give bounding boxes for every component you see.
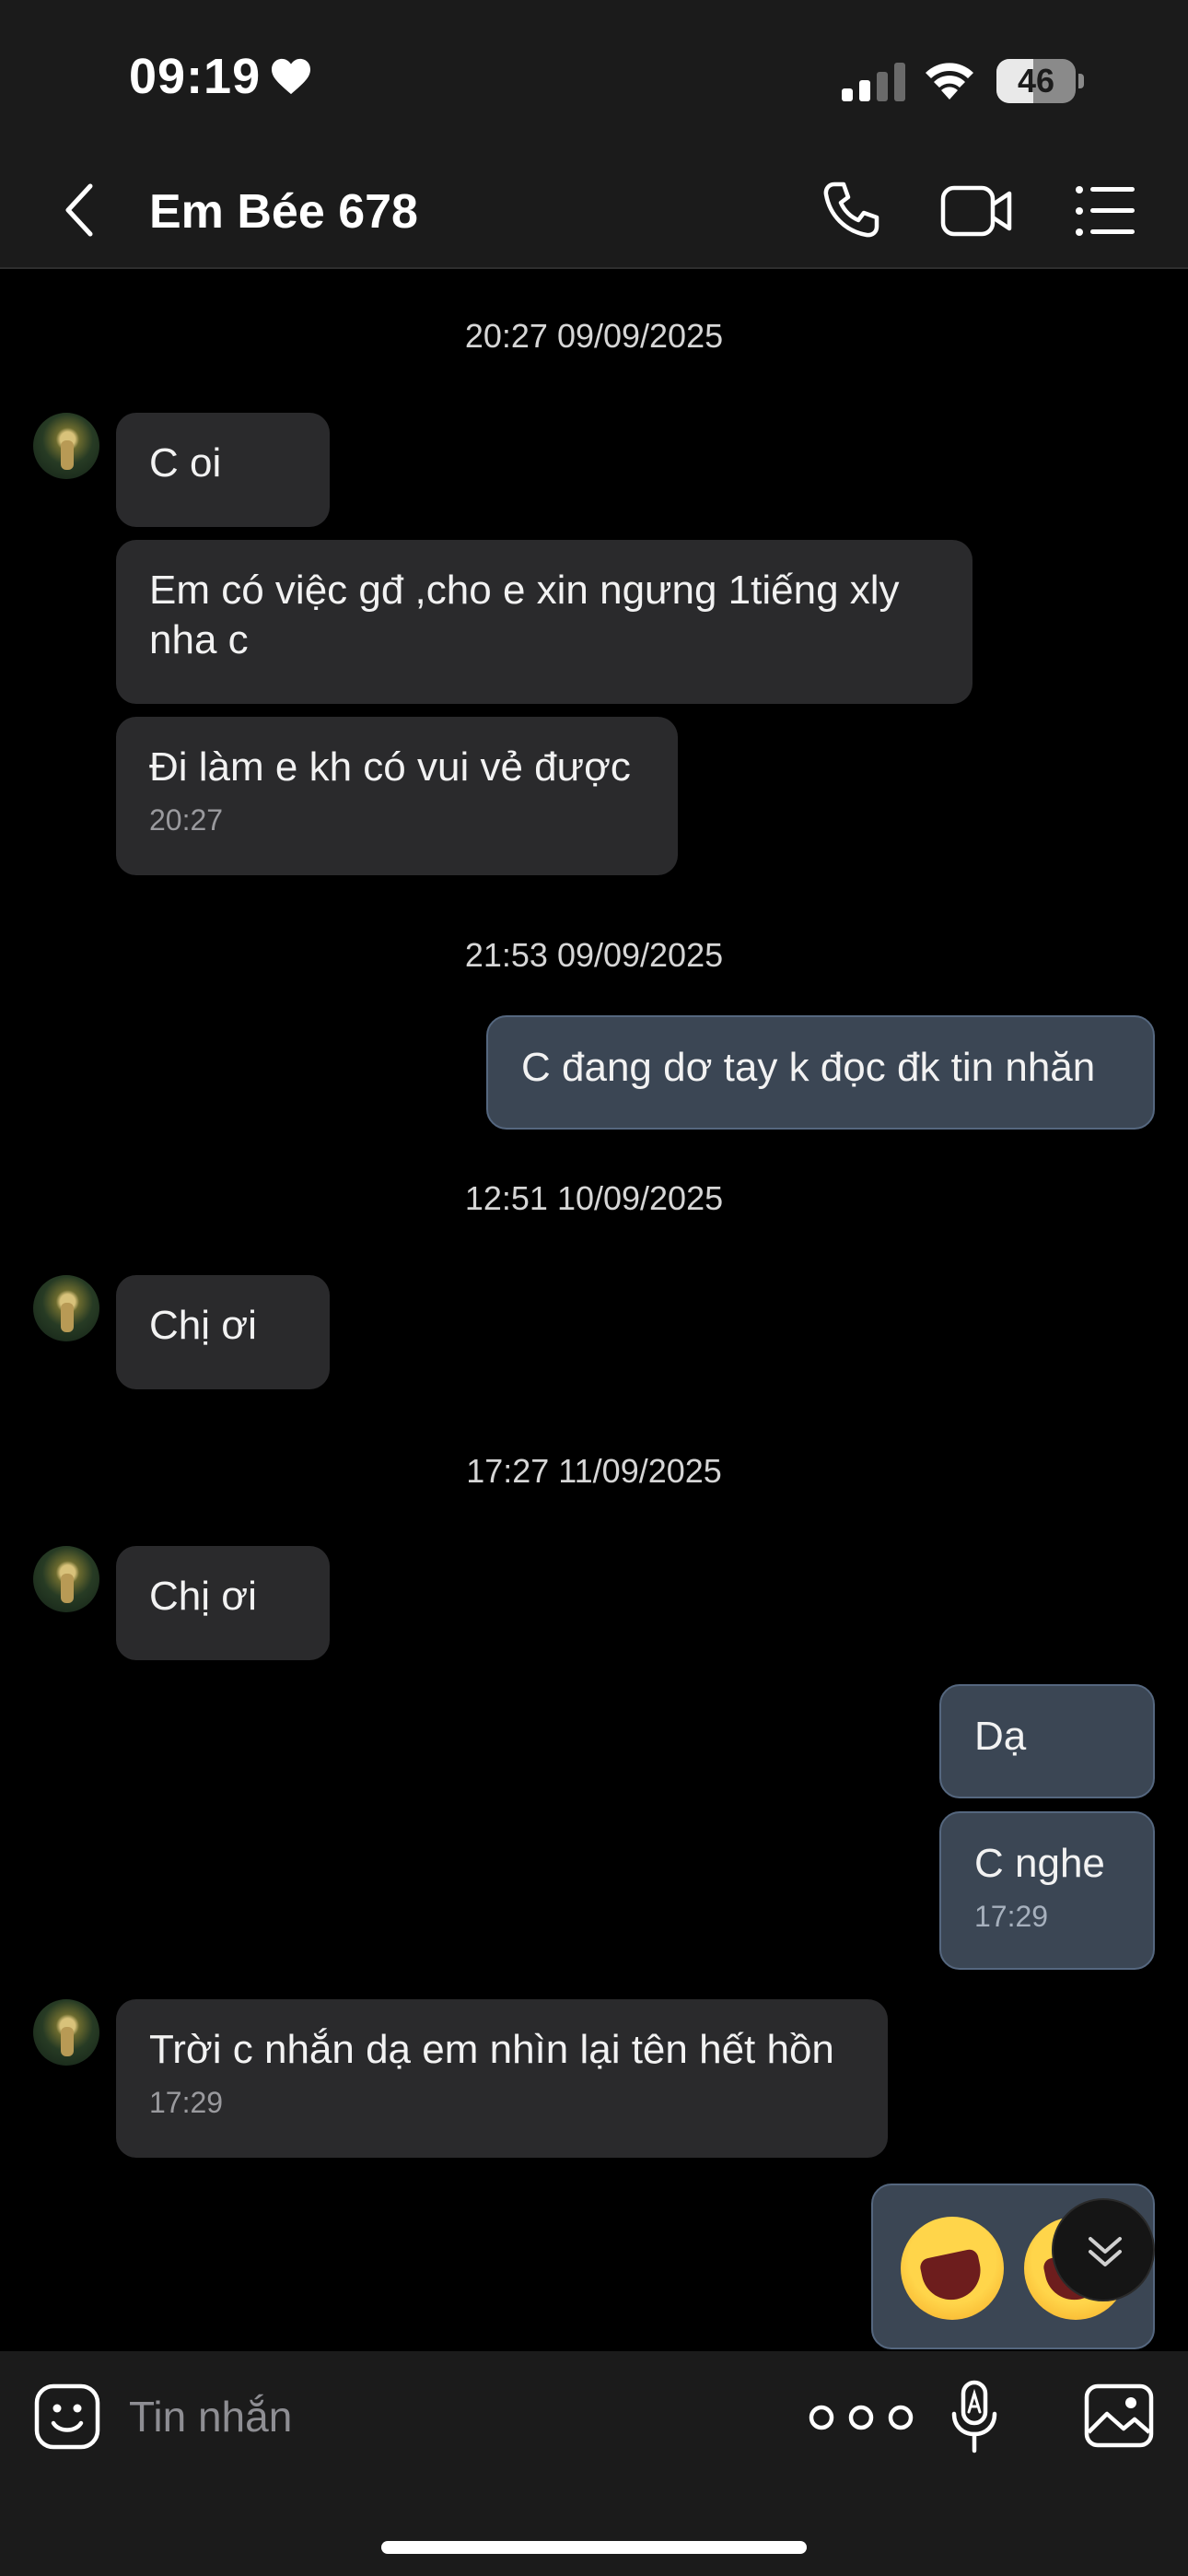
message-input[interactable] [129,2377,774,2456]
battery-body: 46 [996,59,1076,103]
message-text: C đang dơ tay k đọc đk tin nhăn [521,1045,1096,1090]
message-text: Chị ơi [149,1574,257,1619]
heart-icon [272,58,311,95]
ellipsis-icon[interactable] [801,2392,921,2443]
contact-avatar[interactable] [33,1275,99,1341]
back-chevron-left-icon[interactable] [57,179,103,241]
home-indicator [381,2541,807,2554]
incoming-message[interactable]: Chị ơi [116,1546,330,1660]
incoming-message[interactable]: Chị ơi [116,1275,330,1389]
message-text: Đi làm e kh có vui vẻ được [149,744,631,790]
outgoing-message[interactable]: Dạ [939,1684,1155,1798]
incoming-message[interactable]: Em có việc gđ ,cho e xin ngưng 1tiếng xl… [116,540,973,704]
video-camera-icon[interactable] [939,181,1013,241]
microphone-icon[interactable] [949,2379,1000,2456]
incoming-message[interactable]: C oi [116,413,330,527]
signal-icon [842,63,905,101]
scroll-to-bottom-button[interactable] [1052,2198,1155,2301]
incoming-message[interactable]: Trời c nhắn dạ em nhìn lại tên hết hồn 1… [116,1999,888,2158]
message-input-bar [0,2351,1188,2576]
status-time-text: 09:19 [129,49,262,104]
message-time: 20:27 [149,803,224,837]
wifi-icon [926,63,973,100]
message-text: Chị ơi [149,1303,257,1348]
time-divider: 21:53 09/09/2025 [464,936,724,974]
battery-level: 46 [1017,62,1055,100]
message-time: 17:29 [974,1900,1049,1933]
chat-title[interactable]: Em Bée 678 [149,184,418,240]
time-divider: 12:51 10/09/2025 [464,1179,724,1217]
list-icon[interactable] [1074,181,1136,241]
chat-header: Em Bée 678 [0,157,1188,269]
outgoing-message[interactable]: C nghe 17:29 [939,1811,1155,1970]
message-time: 17:29 [149,2086,224,2119]
contact-avatar[interactable] [33,413,99,479]
battery-cap [1078,74,1084,88]
emoji-mouth [918,2247,986,2306]
phone-icon[interactable] [818,179,882,243]
message-text: Trời c nhắn dạ em nhìn lại tên hết hồn [149,2027,834,2072]
message-text: Em có việc gđ ,cho e xin ngưng 1tiếng xl… [149,568,900,662]
contact-avatar[interactable] [33,1546,99,1612]
chevron-double-down-icon [1089,2237,1122,2266]
image-icon[interactable] [1083,2383,1155,2449]
status-time: 09:19 [129,48,312,105]
incoming-message[interactable]: Đi làm e kh có vui vẻ được 20:27 [116,717,678,875]
smiley-icon[interactable] [33,2383,101,2451]
time-divider: 20:27 09/09/2025 [464,317,724,355]
message-text: Dạ [974,1714,1027,1759]
message-text: C nghe [974,1841,1105,1886]
outgoing-message[interactable]: C đang dơ tay k đọc đk tin nhăn [486,1015,1155,1130]
time-divider: 17:27 11/09/2025 [466,1452,722,1490]
message-text: C oi [149,440,222,486]
contact-avatar[interactable] [33,1999,99,2066]
battery-icon: 46 [996,59,1085,103]
laughing-emoji [901,2217,1004,2320]
status-bar: 09:19 46 [0,0,1188,157]
